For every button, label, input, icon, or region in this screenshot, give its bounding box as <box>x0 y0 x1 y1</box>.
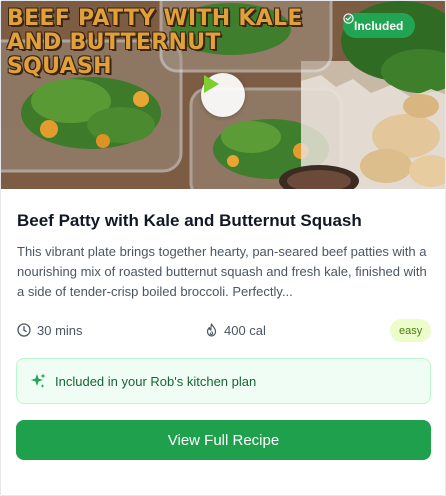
plan-inclusion-text: Included in your Rob's kitchen plan <box>55 373 257 389</box>
play-icon <box>204 75 219 93</box>
recipe-hero-image[interactable]: BEEF PATTY WITH KALE AND BUTTERNUT SQUAS… <box>1 1 445 189</box>
calories: 400 cal <box>205 321 266 339</box>
calories-value: 400 cal <box>224 322 266 338</box>
recipe-title: Beef Patty with Kale and Butternut Squas… <box>17 211 362 230</box>
difficulty-badge: easy <box>390 319 432 342</box>
clock-icon <box>17 323 31 337</box>
included-badge: Included <box>343 13 416 38</box>
cook-time: 30 mins <box>17 321 83 339</box>
hero-title-overlay: BEEF PATTY WITH KALE AND BUTTERNUT SQUAS… <box>7 6 303 79</box>
included-badge-label: Included <box>354 18 404 33</box>
flame-icon <box>206 323 217 337</box>
sparkles-icon <box>31 373 46 388</box>
play-button[interactable] <box>201 73 245 117</box>
recipe-description: This vibrant plate brings together heart… <box>17 244 427 299</box>
view-full-recipe-button[interactable]: View Full Recipe <box>16 420 431 460</box>
plan-inclusion-notice: Included in your Rob's kitchen plan <box>16 358 431 404</box>
cook-time-value: 30 mins <box>37 322 83 338</box>
check-circle-icon <box>343 13 354 24</box>
recipe-card: BEEF PATTY WITH KALE AND BUTTERNUT SQUAS… <box>0 0 446 496</box>
